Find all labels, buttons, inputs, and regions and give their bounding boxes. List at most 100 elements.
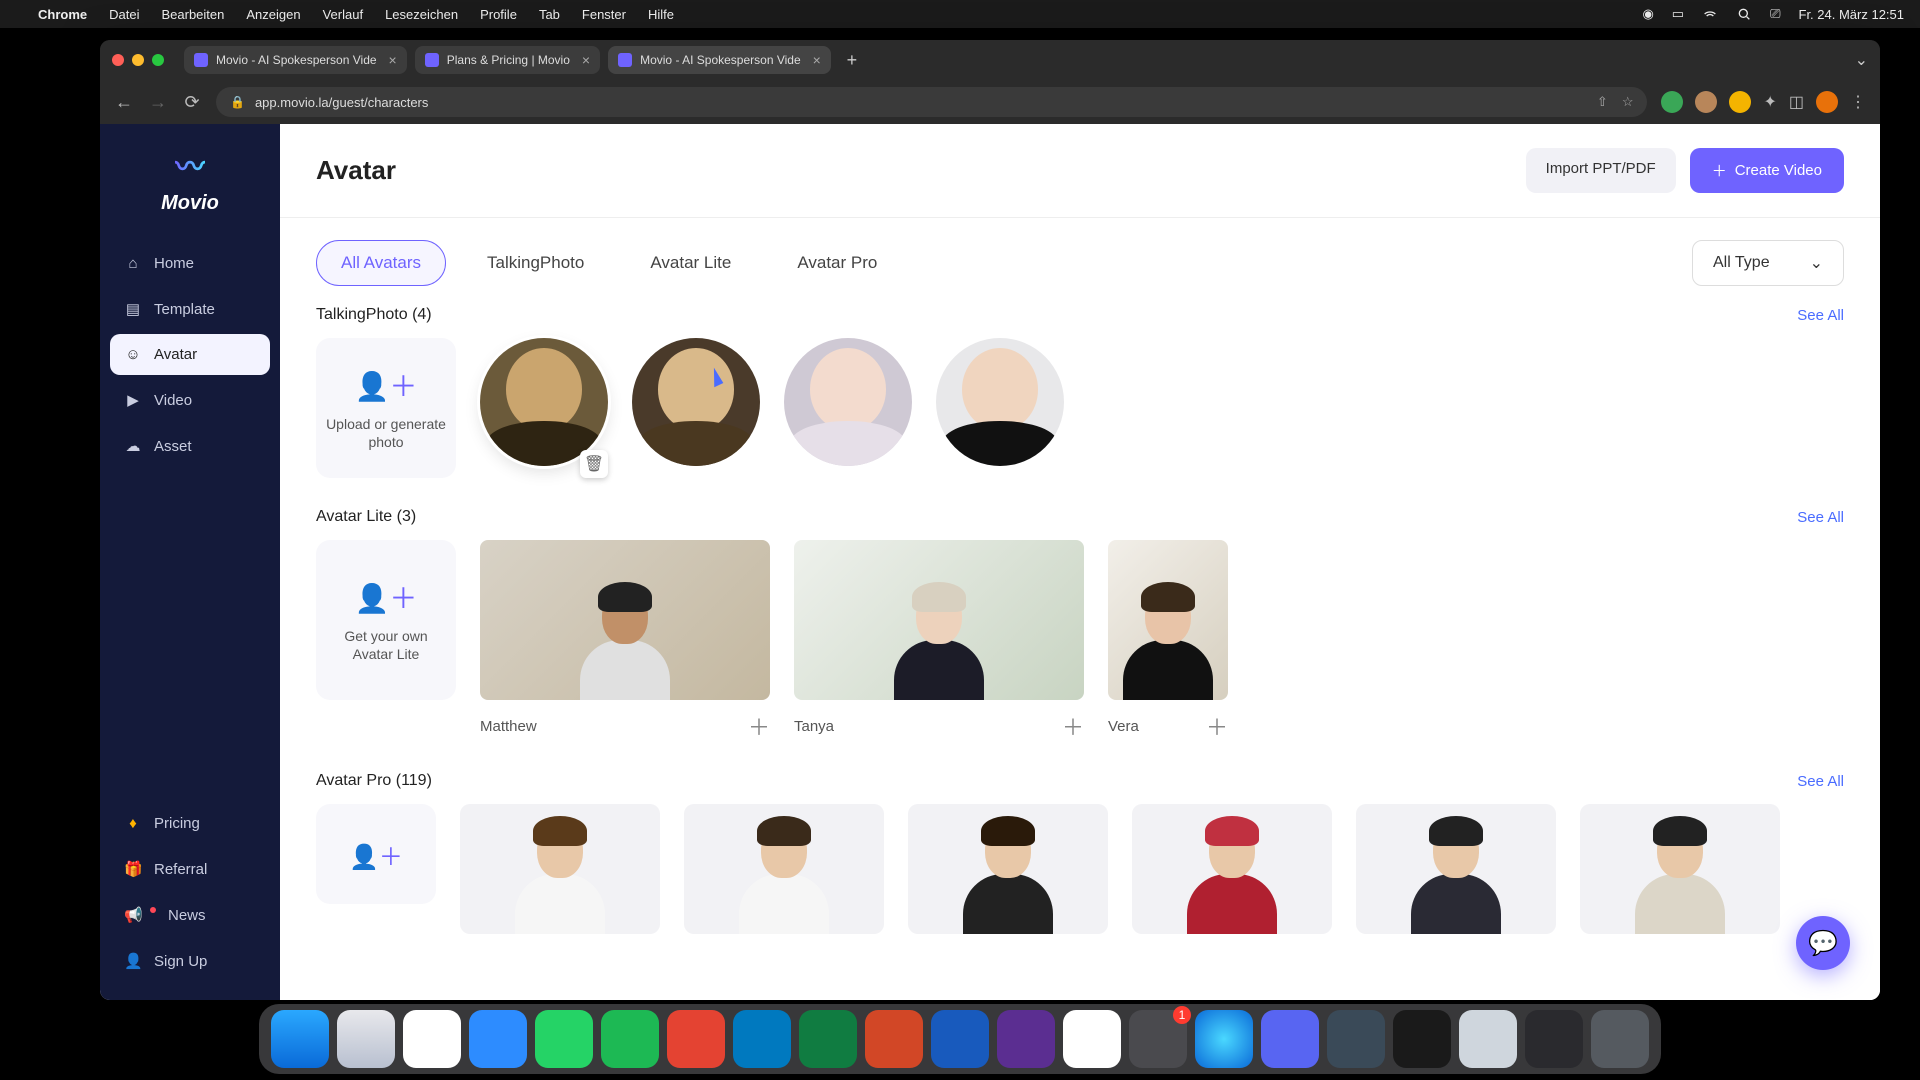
menu-item[interactable]: Verlauf: [323, 7, 363, 22]
pro-item[interactable]: [1580, 804, 1780, 934]
dock-word[interactable]: [931, 1010, 989, 1068]
create-video-button[interactable]: ＋Create Video: [1690, 148, 1844, 193]
menu-item[interactable]: Anzeigen: [246, 7, 300, 22]
chat-fab[interactable]: 💬: [1796, 916, 1850, 970]
browser-tab-active[interactable]: Movio - AI Spokesperson Vide×: [608, 46, 831, 74]
kebab-icon[interactable]: ⋮: [1850, 92, 1866, 112]
add-button[interactable]: ＋: [1062, 710, 1084, 742]
address-bar[interactable]: 🔒 app.movio.la/guest/characters ⇧ ☆: [216, 87, 1647, 117]
menu-item[interactable]: Datei: [109, 7, 139, 22]
dock-imovie[interactable]: [997, 1010, 1055, 1068]
dock-whatsapp[interactable]: [535, 1010, 593, 1068]
see-all-link[interactable]: See All: [1797, 307, 1844, 324]
talkingphoto-item[interactable]: 🗑: [480, 338, 608, 478]
profile-avatar[interactable]: [1816, 91, 1838, 113]
extension-icon[interactable]: [1661, 91, 1683, 113]
menu-item[interactable]: Bearbeiten: [161, 7, 224, 22]
sidebar-item-template[interactable]: ▤Template: [110, 288, 270, 330]
clock[interactable]: Fr. 24. März 12:51: [1799, 7, 1905, 22]
dock-siri[interactable]: [1195, 1010, 1253, 1068]
chevron-down-icon[interactable]: ⌄: [1855, 50, 1868, 70]
menu-app-name[interactable]: Chrome: [38, 7, 87, 22]
talkingphoto-item[interactable]: [784, 338, 912, 466]
sidebar-item-pricing[interactable]: ♦Pricing: [110, 803, 270, 844]
lite-item[interactable]: Tanya＋: [794, 540, 1084, 742]
filter-chip-talkingphoto[interactable]: TalkingPhoto: [462, 240, 609, 286]
dock-trello[interactable]: [733, 1010, 791, 1068]
dock-drive[interactable]: [1063, 1010, 1121, 1068]
dock-discord[interactable]: [1261, 1010, 1319, 1068]
menu-item[interactable]: Lesezeichen: [385, 7, 458, 22]
sidebar-item-home[interactable]: ⌂Home: [110, 243, 270, 284]
type-select[interactable]: All Type⌄: [1692, 240, 1844, 286]
dock-safari[interactable]: [337, 1010, 395, 1068]
menu-item[interactable]: Profile: [480, 7, 517, 22]
dock-powerpoint[interactable]: [865, 1010, 923, 1068]
dock-audio[interactable]: [1393, 1010, 1451, 1068]
pro-item[interactable]: [460, 804, 660, 934]
sidebar-item-video[interactable]: ▶Video: [110, 379, 270, 421]
close-icon[interactable]: ×: [813, 52, 821, 68]
sidebar-item-referral[interactable]: 🎁Referral: [110, 848, 270, 890]
window-controls[interactable]: [112, 54, 164, 66]
dock-settings[interactable]: 1: [1129, 1010, 1187, 1068]
pro-item[interactable]: [908, 804, 1108, 934]
lite-item[interactable]: Matthew＋: [480, 540, 770, 742]
close-icon[interactable]: ×: [582, 52, 590, 68]
side-panel-icon[interactable]: ◫: [1789, 92, 1804, 112]
menu-item[interactable]: Tab: [539, 7, 560, 22]
search-icon[interactable]: [1736, 6, 1752, 22]
reload-button[interactable]: ⟳: [182, 92, 202, 113]
delete-button[interactable]: 🗑: [580, 450, 608, 478]
add-button[interactable]: ＋: [1206, 710, 1228, 742]
dock-todoist[interactable]: [667, 1010, 725, 1068]
lite-item[interactable]: Vera＋: [1108, 540, 1228, 742]
sidebar-item-asset[interactable]: ☁Asset: [110, 425, 270, 467]
see-all-link[interactable]: See All: [1797, 509, 1844, 526]
pro-item[interactable]: [1132, 804, 1332, 934]
obs-icon[interactable]: ◉: [1642, 6, 1653, 22]
close-icon[interactable]: ×: [389, 52, 397, 68]
star-icon[interactable]: ☆: [1622, 94, 1634, 110]
dock-quicktime[interactable]: [1327, 1010, 1385, 1068]
talkingphoto-item[interactable]: [936, 338, 1064, 466]
extension-icon[interactable]: [1729, 91, 1751, 113]
dock-preview[interactable]: [1459, 1010, 1517, 1068]
upload-photo-card[interactable]: 👤＋ Upload or generate photo: [316, 338, 456, 478]
browser-tab[interactable]: Movio - AI Spokesperson Vide×: [184, 46, 407, 74]
dock-spotify[interactable]: [601, 1010, 659, 1068]
sidebar-item-signup[interactable]: 👤Sign Up: [110, 940, 270, 982]
filter-chip-all[interactable]: All Avatars: [316, 240, 446, 286]
dock-finder[interactable]: [271, 1010, 329, 1068]
filter-chip-lite[interactable]: Avatar Lite: [625, 240, 756, 286]
new-tab-button[interactable]: +: [839, 47, 865, 73]
get-pro-card[interactable]: 👤＋: [316, 804, 436, 904]
battery-icon[interactable]: ▭: [1672, 6, 1684, 22]
brand-logo[interactable]: 〰 Movio: [110, 142, 270, 215]
pro-item[interactable]: [684, 804, 884, 934]
talkingphoto-item[interactable]: [632, 338, 760, 466]
see-all-link[interactable]: See All: [1797, 773, 1844, 790]
filter-chip-pro[interactable]: Avatar Pro: [772, 240, 902, 286]
dock-excel[interactable]: [799, 1010, 857, 1068]
dock-zoom[interactable]: [469, 1010, 527, 1068]
dock-trash[interactable]: [1591, 1010, 1649, 1068]
browser-tab[interactable]: Plans & Pricing | Movio×: [415, 46, 600, 74]
back-button[interactable]: ←: [114, 92, 134, 113]
import-button[interactable]: Import PPT/PDF: [1526, 148, 1676, 193]
menu-item[interactable]: Hilfe: [648, 7, 674, 22]
sidebar-item-avatar[interactable]: ☺Avatar: [110, 334, 270, 375]
wifi-icon[interactable]: [1702, 6, 1718, 22]
control-center-icon[interactable]: ⎚: [1770, 6, 1780, 22]
menu-item[interactable]: Fenster: [582, 7, 626, 22]
dock-chrome[interactable]: [403, 1010, 461, 1068]
forward-button[interactable]: →: [148, 92, 168, 113]
sidebar-item-news[interactable]: 📢News: [110, 894, 270, 936]
pro-item[interactable]: [1356, 804, 1556, 934]
add-button[interactable]: ＋: [748, 710, 770, 742]
get-lite-card[interactable]: 👤＋ Get your own Avatar Lite: [316, 540, 456, 700]
share-icon[interactable]: ⇧: [1597, 94, 1608, 110]
puzzle-icon[interactable]: ✦: [1763, 92, 1776, 112]
dock-mission[interactable]: [1525, 1010, 1583, 1068]
extension-icon[interactable]: [1695, 91, 1717, 113]
